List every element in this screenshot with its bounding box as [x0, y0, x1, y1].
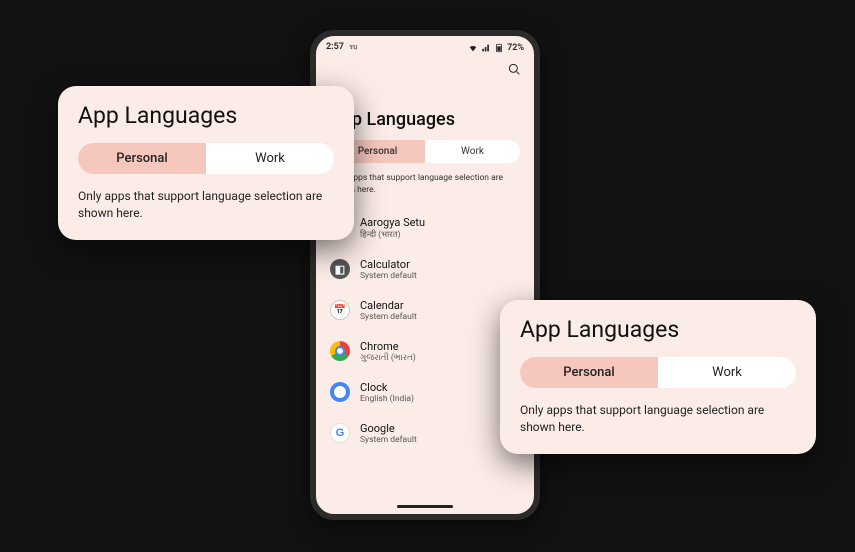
- search-icon[interactable]: [506, 61, 522, 81]
- tab-personal[interactable]: Personal: [520, 357, 658, 388]
- tab-personal[interactable]: Personal: [78, 143, 206, 174]
- app-info: GoogleSystem default: [360, 422, 417, 445]
- app-language: हिन्दी (भारत): [360, 229, 425, 240]
- app-name: Chrome: [360, 340, 416, 353]
- info-note: Only apps that support language selectio…: [78, 188, 334, 222]
- status-carrier: รบ: [349, 43, 357, 51]
- app-info: CalendarSystem default: [360, 299, 417, 322]
- chrome-icon: [330, 341, 350, 361]
- status-time: 2:57: [326, 42, 344, 52]
- tab-work[interactable]: Work: [658, 357, 796, 388]
- app-item-clock[interactable]: ClockEnglish (India): [330, 372, 520, 413]
- home-indicator[interactable]: [397, 505, 453, 508]
- callout-card-1: App Languages Personal Work Only apps th…: [58, 86, 354, 240]
- app-item-aarogya[interactable]: ❤Aarogya Setuहिन्दी (भारत): [330, 207, 520, 249]
- calendar-icon: 📅: [330, 300, 350, 320]
- callout-card-2: App Languages Personal Work Only apps th…: [500, 300, 816, 454]
- app-language: System default: [360, 271, 417, 281]
- app-info: Chromeગુજરાતી (ભારત): [360, 340, 416, 363]
- app-name: Aarogya Setu: [360, 216, 425, 229]
- status-battery: 72%: [507, 43, 524, 53]
- app-info: CalculatorSystem default: [360, 258, 417, 281]
- status-bar: 2:57 รบ 72%: [316, 36, 534, 55]
- app-language: System default: [360, 435, 417, 445]
- profile-tabs: Personal Work: [520, 357, 796, 388]
- profile-tabs: Personal Work: [330, 140, 520, 163]
- google-icon: G: [330, 423, 350, 443]
- profile-tabs: Personal Work: [78, 143, 334, 174]
- battery-icon: [494, 43, 504, 53]
- wifi-icon: [468, 43, 478, 53]
- app-name: Calendar: [360, 299, 417, 312]
- top-bar: [316, 55, 534, 87]
- info-note: Only apps that support language selectio…: [520, 402, 796, 436]
- calculator-icon: ◧: [330, 259, 350, 279]
- app-name: Calculator: [360, 258, 417, 271]
- app-info: Aarogya Setuहिन्दी (भारत): [360, 216, 425, 240]
- app-language: System default: [360, 312, 417, 322]
- app-item-calendar[interactable]: 📅 CalendarSystem default: [330, 290, 520, 331]
- app-name: Google: [360, 422, 417, 435]
- card-title: App Languages: [520, 316, 796, 343]
- signal-icon: [481, 43, 491, 53]
- app-language: English (India): [360, 394, 414, 404]
- clock-icon: [330, 382, 350, 402]
- card-title: App Languages: [78, 102, 334, 129]
- app-info: ClockEnglish (India): [360, 381, 414, 404]
- tab-work[interactable]: Work: [425, 140, 520, 163]
- app-item-google[interactable]: G GoogleSystem default: [330, 413, 520, 454]
- app-item-chrome[interactable]: Chromeગુજરાતી (ભારત): [330, 331, 520, 372]
- app-name: Clock: [360, 381, 414, 394]
- app-language: ગુજરાતી (ભારત): [360, 353, 416, 363]
- tab-work[interactable]: Work: [206, 143, 334, 174]
- app-item-calculator[interactable]: ◧ CalculatorSystem default: [330, 249, 520, 290]
